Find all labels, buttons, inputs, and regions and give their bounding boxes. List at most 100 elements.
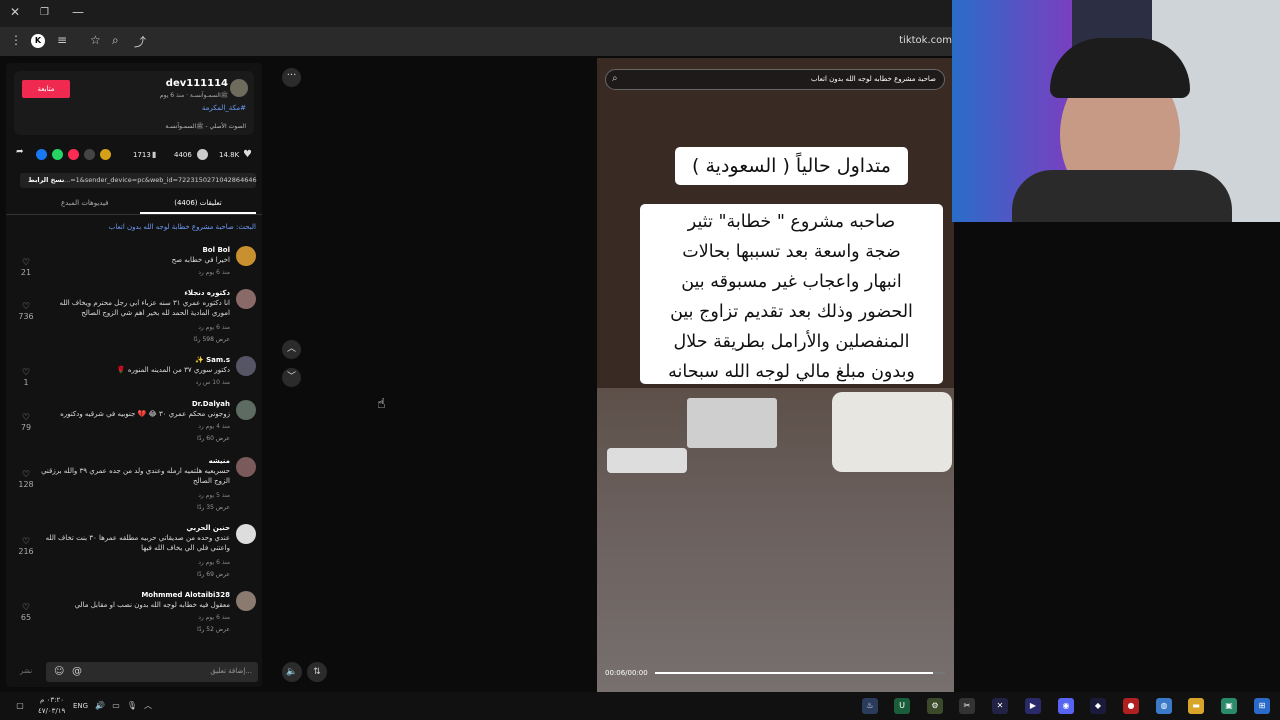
steam-icon[interactable]: ♨ xyxy=(862,698,878,714)
heart-icon[interactable]: ♡ xyxy=(22,302,30,312)
microphone-icon[interactable]: 🎙 xyxy=(124,698,140,714)
comment-avatar[interactable] xyxy=(236,591,256,611)
author-username[interactable]: dev111114 xyxy=(166,78,228,89)
tab-comments[interactable]: تعليقات (4406) xyxy=(140,199,256,214)
comment-author[interactable]: حنين الحربي xyxy=(186,524,230,532)
view-replies-link[interactable]: عرض 35 ردًا xyxy=(197,504,230,511)
windows-start-icon[interactable]: ⊞ xyxy=(1254,698,1270,714)
chevron-up-icon[interactable]: ︿ xyxy=(140,698,156,714)
minimize-icon[interactable]: — xyxy=(72,5,84,19)
heart-icon[interactable]: ♡ xyxy=(22,470,30,480)
previous-video-button[interactable]: ︿ xyxy=(282,340,301,359)
comment-avatar[interactable] xyxy=(236,457,256,477)
more-options-button[interactable]: ··· xyxy=(282,68,301,87)
heart-icon[interactable]: ♡ xyxy=(22,603,30,613)
store-icon[interactable]: ▣ xyxy=(1221,698,1237,714)
capcut-icon[interactable]: ✂ xyxy=(959,698,975,714)
clock-time[interactable]: ٠٣:٢٠ م xyxy=(40,696,64,704)
zoom-icon[interactable]: ⌕ xyxy=(112,33,119,48)
comment-avatar[interactable] xyxy=(236,400,256,420)
game-icon[interactable]: ⚙ xyxy=(927,698,943,714)
bookmark-star-icon[interactable]: ☆ xyxy=(90,33,101,47)
comment-author[interactable]: Bol Bol xyxy=(202,246,230,254)
view-replies-link[interactable]: عرض 598 ردًا xyxy=(193,336,230,343)
heart-icon[interactable]: ♡ xyxy=(22,537,30,547)
chrome-icon[interactable]: ◍ xyxy=(1156,698,1172,714)
comment-input[interactable]: ☺ @ إضافة تعليق... xyxy=(46,662,258,682)
view-replies-link[interactable]: عرض 60 ردًا xyxy=(197,435,230,442)
heart-icon[interactable]: ♡ xyxy=(22,258,30,268)
url-text[interactable]: tiktok.com xyxy=(899,35,952,46)
comment-meta[interactable]: منذ 6 يوم رد xyxy=(198,559,230,566)
heart-icon[interactable]: ♥ xyxy=(243,149,252,160)
comment-author[interactable]: Dr.Dalyah xyxy=(192,400,230,408)
comment-avatar[interactable] xyxy=(236,289,256,309)
close-icon[interactable]: ✕ xyxy=(10,5,20,19)
video-search-bar[interactable]: ⌕ صاحبة مشروع خطابه لوجه الله بدون اتعاب xyxy=(605,69,945,90)
network-icon[interactable]: ▭ xyxy=(108,698,124,714)
obs-icon[interactable]: ● xyxy=(1123,698,1139,714)
comment-meta[interactable]: منذ 5 يوم رد xyxy=(198,492,230,499)
heart-icon[interactable]: ♡ xyxy=(22,413,30,423)
comment-meta[interactable]: منذ 6 يوم رد xyxy=(198,269,230,276)
heart-icon[interactable]: ♡ xyxy=(22,368,30,378)
comment-author[interactable]: Sam.s ✨ xyxy=(195,356,230,364)
author-avatar[interactable] xyxy=(230,79,248,97)
tab-creator-videos[interactable]: فيديوهات المبدع xyxy=(61,199,108,207)
hashtag-link[interactable]: #مكة_المكرمة xyxy=(202,104,246,112)
notification-icon[interactable]: ▢ xyxy=(12,698,28,714)
share-arrow-icon[interactable]: ➦ xyxy=(16,147,24,157)
comment-author[interactable]: دكتوره دنجلاء xyxy=(184,289,230,297)
search-icon[interactable]: ⌕ xyxy=(612,73,618,84)
video-progress-bar[interactable] xyxy=(655,672,945,674)
comment-author[interactable]: منيشه xyxy=(209,457,230,465)
share-icon[interactable]: ⤴ xyxy=(134,33,146,50)
comment-meta[interactable]: منذ 4 يوم رد xyxy=(198,423,230,430)
facebook-icon[interactable] xyxy=(36,149,47,160)
view-replies-link[interactable]: عرض 69 ردًا xyxy=(197,571,230,578)
comment-meta[interactable]: منذ 10 س رد xyxy=(196,379,230,386)
link-url[interactable]: ...=1&sender_device=pc&web_id=7223150271… xyxy=(64,176,257,184)
copy-link-button[interactable]: نسخ الرابط xyxy=(28,176,64,184)
post-button[interactable]: نشر xyxy=(20,667,32,675)
discord-icon[interactable]: ◉ xyxy=(1058,698,1074,714)
music-link[interactable]: الصوت الأصلي - ﷺالسمـوآنسـة xyxy=(165,122,246,131)
next-video-button[interactable]: ﹀ xyxy=(282,368,301,387)
embed-icon[interactable] xyxy=(84,149,95,160)
language-indicator[interactable]: ENG xyxy=(73,702,88,710)
volume-button[interactable]: 🔈 xyxy=(282,662,302,682)
clock-date[interactable]: ٤٧/٠٣/١٩ xyxy=(38,707,65,715)
follow-button[interactable]: متابعة xyxy=(22,80,70,98)
caption-line: انبهار واعجاب غير مسبوقه بين xyxy=(681,272,902,292)
media-player-icon[interactable]: ▶ xyxy=(1025,698,1041,714)
view-replies-link[interactable]: عرض 52 ردًا xyxy=(197,626,230,633)
profile-avatar[interactable]: K xyxy=(31,34,45,48)
volume-icon[interactable]: 🔊 xyxy=(92,698,108,714)
mention-icon[interactable]: @ xyxy=(72,666,82,677)
xbox-icon[interactable]: ✕ xyxy=(992,698,1008,714)
saves-count: 1713 xyxy=(133,151,151,159)
comment-avatar[interactable] xyxy=(236,524,256,544)
folder-icon[interactable]: ▬ xyxy=(1188,698,1204,714)
restore-icon[interactable]: ❐ xyxy=(40,7,49,18)
emoji-icon[interactable]: ☺ xyxy=(54,666,64,677)
bookmark-icon[interactable]: ▮ xyxy=(152,150,156,159)
tiktok-share-icon[interactable] xyxy=(68,149,79,160)
comment-avatar[interactable] xyxy=(236,356,256,376)
video-player[interactable]: ⌕ صاحبة مشروع خطابه لوجه الله بدون اتعاب… xyxy=(597,58,954,692)
comment-author[interactable]: Mohmmed Alotaibi328 xyxy=(141,591,230,599)
reading-list-icon[interactable]: ≡ xyxy=(57,33,67,47)
menu-dots-icon[interactable]: ⋮ xyxy=(10,33,22,47)
comment-avatar[interactable] xyxy=(236,246,256,266)
comment-bubble-icon[interactable] xyxy=(197,149,208,160)
comment-meta[interactable]: منذ 6 يوم رد xyxy=(198,614,230,621)
search-suggestion[interactable]: البحث: صاحبة مشروع خطابة لوجه الله بدون … xyxy=(109,223,256,231)
app-icon[interactable]: ◆ xyxy=(1090,698,1106,714)
comment-like-count: 736 xyxy=(18,312,34,321)
comment-meta[interactable]: منذ 6 يوم رد xyxy=(198,324,230,331)
video-search-text[interactable]: صاحبة مشروع خطابه لوجه الله بدون اتعاب xyxy=(811,75,936,83)
upwork-icon[interactable]: U xyxy=(894,698,910,714)
whatsapp-icon[interactable] xyxy=(52,149,63,160)
autoscroll-icon[interactable]: ⇅ xyxy=(307,662,327,682)
coin-icon[interactable] xyxy=(100,149,111,160)
